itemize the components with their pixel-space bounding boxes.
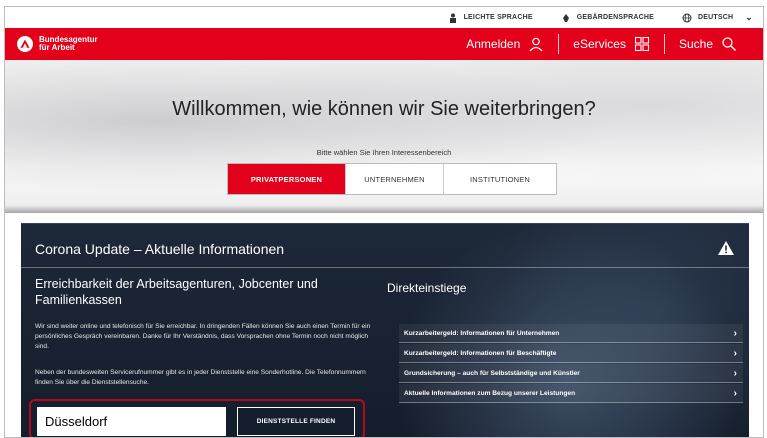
eservices-label: eServices [573,37,626,51]
language-label: DEUTSCH [698,14,734,21]
chevron-right-icon: › [733,367,737,379]
hand-icon [562,13,569,22]
easy-language-label: LEICHTE SPRACHE [463,14,533,21]
direct-link-item[interactable]: Kurzarbeitergeld: Informationen für Besc… [399,344,743,363]
hero-subtitle: Bitte wählen Sie Ihren Interessenbereich [316,148,452,157]
browser-viewport: LEICHTE SPRACHE GEBÄRDENSPRACHE DEUTSCH … [4,6,764,438]
chevron-right-icon: › [733,387,737,399]
corona-wrapper: Corona Update – Aktuelle Informationen E… [5,213,763,437]
utility-bar: LEICHTE SPRACHE GEBÄRDENSPRACHE DEUTSCH … [5,7,763,28]
logo[interactable]: Bundesagentur für Arbeit [17,36,98,52]
direct-links-list: Kurzarbeitergeld: Informationen für Unte… [399,324,743,404]
direct-link-label: Kurzarbeitergeld: Informationen für Unte… [404,329,560,337]
header-nav: Anmelden eServices Suche [452,28,763,60]
tab-privatpersonen[interactable]: PRIVATPERSONEN [228,164,345,194]
availability-text: Wir sind weiter online und telefonisch f… [35,323,371,350]
grid-icon [634,36,650,52]
hero-shadow [5,205,763,213]
ba-logo-icon [17,36,33,52]
search-button[interactable]: Suche [665,35,751,53]
main-header: Bundesagentur für Arbeit Anmelden eServi… [5,28,763,60]
direct-link-label: Grundsicherung – auch für Selbstständige… [404,369,580,377]
tab-institutionen[interactable]: INSTITUTIONEN [443,164,556,194]
login-label: Anmelden [466,37,521,51]
direct-links-heading: Direkteinstiege [387,281,467,295]
easy-language-link[interactable]: LEICHTE SPRACHE [448,13,533,23]
corona-panel: Corona Update – Aktuelle Informationen E… [21,223,749,437]
chevron-right-icon: › [733,327,737,339]
direct-link-label: Aktuelle Informationen zum Bezug unserer… [404,389,576,397]
find-office-button[interactable]: DIENSTSTELLE FINDEN [237,407,355,436]
chevron-down-icon: ⌄ [745,12,753,22]
direct-link-item[interactable]: Grundsicherung – auch für Selbstständige… [399,364,743,383]
globe-icon [682,13,692,22]
chevron-right-icon: › [733,347,737,359]
logo-line2: für Arbeit [39,43,75,52]
availability-heading: Erreichbarkeit der Arbeitsagenturen, Job… [35,277,318,307]
corona-title: Corona Update – Aktuelle Informationen [35,241,285,257]
sign-language-link[interactable]: GEBÄRDENSPRACHE [561,13,654,23]
direct-link-item[interactable]: Kurzarbeitergeld: Informationen für Unte… [399,324,743,343]
hotline-text: Neben der bundesweiten Servicerufnummer … [35,369,366,386]
hero-section: Willkommen, wie können wir Sie weiterbri… [5,60,763,213]
search-icon [722,37,737,52]
audience-tabs: PRIVATPERSONEN UNTERNEHMEN INSTITUTIONEN [227,163,557,195]
direct-link-item[interactable]: Aktuelle Informationen zum Bezug unserer… [399,384,743,403]
corona-divider [21,267,749,268]
eservices-button[interactable]: eServices [559,35,664,53]
tab-unternehmen[interactable]: UNTERNEHMEN [345,164,443,194]
user-icon [529,37,543,52]
login-button[interactable]: Anmelden [452,35,558,53]
office-search-input[interactable] [37,407,226,436]
hero-title: Willkommen, wie können wir Sie weiterbri… [172,98,596,120]
language-selector[interactable]: DEUTSCH ⌄ [682,12,753,23]
easy-language-icon [449,13,456,23]
sign-language-label: GEBÄRDENSPRACHE [576,14,654,21]
logo-text: Bundesagentur für Arbeit [39,36,98,52]
direct-link-label: Kurzarbeitergeld: Informationen für Besc… [404,349,557,357]
search-label: Suche [678,37,713,51]
warning-icon [718,241,734,255]
